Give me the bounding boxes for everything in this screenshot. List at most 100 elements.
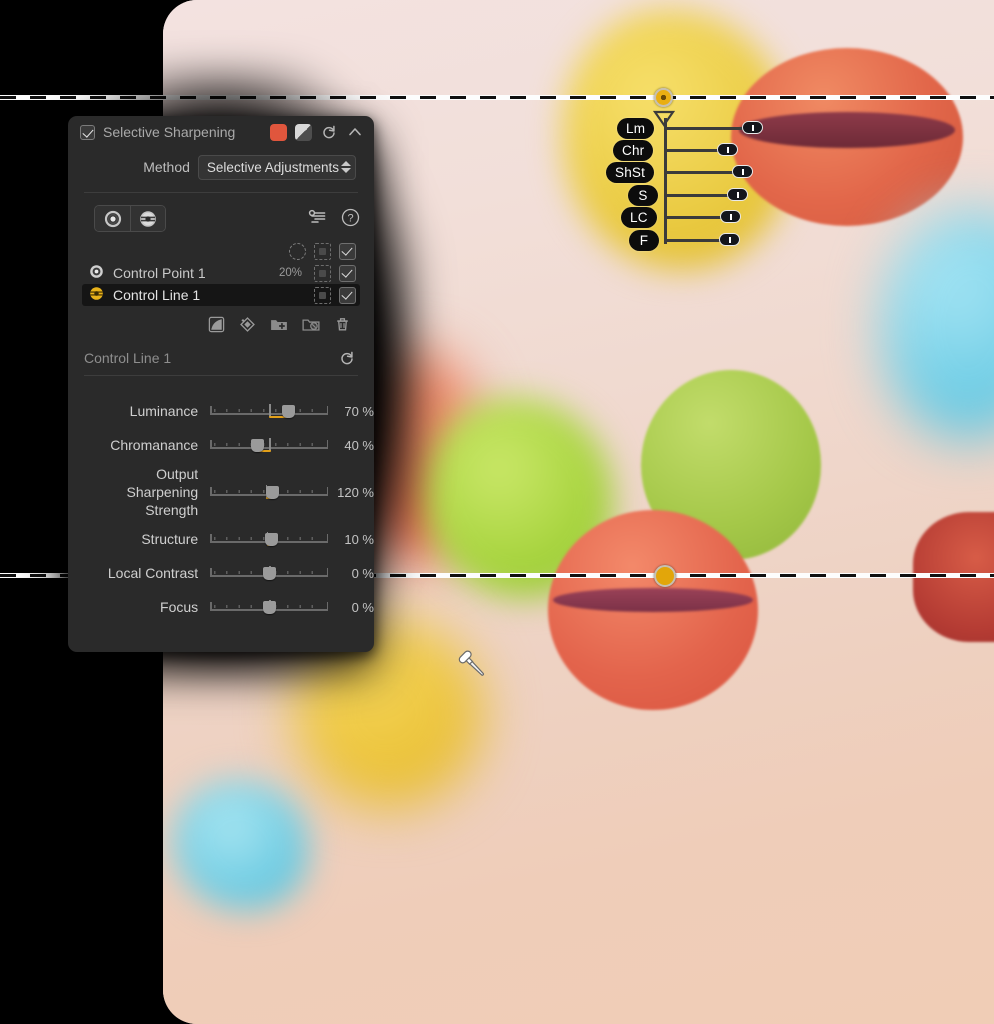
selective-sharpening-panel: Selective Sharpening Method Selective Ad… — [68, 116, 374, 652]
list-item-label: Control Line 1 — [113, 287, 201, 303]
panel-header: Selective Sharpening — [68, 116, 374, 148]
slider-end-right — [326, 406, 329, 415]
overlay-knob-lm[interactable] — [742, 121, 763, 134]
section-header: Control Line 1 — [68, 337, 374, 367]
slider-local-contrast: Local Contrast 0 % — [68, 556, 374, 590]
settings-icon[interactable] — [308, 209, 327, 228]
slider-knob[interactable] — [250, 438, 264, 452]
control-point-icon — [88, 263, 105, 283]
panel-enable-checkbox[interactable] — [80, 124, 95, 140]
slider-knob[interactable] — [262, 566, 276, 580]
list-actions — [68, 306, 374, 337]
visibility-checkbox[interactable] — [339, 264, 356, 282]
method-value: Selective Adjustments — [206, 159, 339, 175]
slider-track[interactable] — [210, 436, 329, 454]
help-icon[interactable]: ? — [341, 208, 360, 230]
chevron-up-icon[interactable] — [346, 123, 364, 141]
method-select[interactable]: Selective Adjustments — [197, 154, 356, 180]
macaron-orange-bottom-filling — [553, 588, 753, 612]
chevron-updown-icon — [341, 161, 351, 173]
control-line-icon — [88, 285, 105, 305]
control-line-bottom-handle[interactable] — [654, 565, 676, 587]
list-item-opacity: 20% — [278, 267, 302, 279]
slider-list: Luminance 70 % Chromanance 40 % Output S… — [68, 394, 374, 624]
overlay-pill-chr[interactable]: Chr — [613, 140, 654, 161]
slider-end-right — [326, 602, 329, 611]
reset-icon[interactable] — [338, 349, 356, 367]
overlay-pill-s[interactable]: S — [628, 185, 658, 206]
slider-label: Luminance — [129, 403, 199, 419]
overlay-knob-s[interactable] — [727, 188, 748, 201]
slider-value: 0 % — [351, 565, 374, 581]
add-control-line-icon[interactable] — [130, 206, 165, 231]
overlay-pill-shst[interactable]: ShSt — [606, 162, 655, 183]
method-row: Method Selective Adjustments — [68, 148, 374, 182]
slider-track[interactable] — [210, 530, 329, 548]
method-label: Method — [143, 159, 190, 175]
slider-end-right — [326, 568, 329, 577]
tool-row: ? — [68, 193, 374, 232]
slider-knob[interactable] — [281, 404, 295, 418]
slider-track[interactable] — [210, 598, 329, 616]
slider-value: 0 % — [351, 599, 374, 615]
slider-track[interactable] — [210, 402, 329, 420]
slider-label: Output Sharpening Strength — [126, 466, 199, 518]
control-list-header-row — [82, 240, 360, 262]
split-view-icon[interactable] — [295, 123, 312, 141]
group-remove-icon[interactable] — [301, 315, 321, 337]
mask-icon[interactable] — [314, 286, 331, 304]
slider-knob[interactable] — [266, 485, 280, 499]
slider-end-left — [210, 487, 212, 496]
overlay-pill-f[interactable]: F — [629, 230, 659, 251]
duplicate-icon[interactable] — [238, 315, 257, 337]
group-add-icon[interactable] — [269, 315, 289, 337]
slider-end-left — [210, 440, 212, 449]
visibility-checkbox[interactable] — [339, 242, 356, 260]
list-item[interactable]: Control Point 1 20% — [82, 262, 360, 284]
slider-track[interactable] — [210, 483, 329, 501]
overlay-pill-lm[interactable]: Lm — [617, 118, 655, 139]
section-title: Control Line 1 — [84, 350, 172, 366]
slider-value: 10 % — [344, 531, 374, 547]
control-list: Control Point 1 20% Control Line 1 — [82, 240, 360, 306]
macaron-orange-top-filling — [739, 112, 955, 148]
overlay-pill-lc[interactable]: LC — [621, 207, 657, 228]
slider-track[interactable] — [210, 564, 329, 582]
add-control-point-icon[interactable] — [95, 206, 130, 231]
slider-structure: Structure 10 % — [68, 522, 374, 556]
slider-label: Focus — [160, 599, 199, 615]
slider-label: Local Contrast — [107, 565, 199, 581]
color-swatch-icon[interactable] — [270, 123, 287, 141]
slider-value: 120 % — [337, 484, 374, 500]
slider-knob[interactable] — [262, 600, 276, 614]
overlay-knob-f[interactable] — [719, 233, 740, 246]
overlay-knob-chr[interactable] — [717, 143, 738, 156]
slider-luminance: Luminance 70 % — [68, 394, 374, 428]
overlay-stem — [664, 118, 667, 244]
reset-icon[interactable] — [320, 123, 338, 141]
delete-icon[interactable] — [333, 315, 352, 337]
overlay-track-lm — [664, 127, 752, 130]
overlay-knob-lc[interactable] — [720, 210, 741, 223]
slider-label: Chromanance — [110, 437, 199, 453]
list-item-label: Control Point 1 — [113, 265, 206, 281]
slider-end-left — [210, 406, 212, 415]
mask-icon[interactable] — [314, 242, 331, 260]
visibility-checkbox[interactable] — [339, 286, 356, 304]
app-root: Lm Chr ShSt S LC F Selective Sharpening — [0, 0, 994, 1024]
slider-end-left — [210, 602, 212, 611]
invert-mask-icon[interactable] — [207, 315, 226, 337]
slider-end-right — [326, 534, 329, 543]
slider-value: 70 % — [344, 403, 374, 419]
slider-knob[interactable] — [265, 532, 279, 546]
slider-focus: Focus 0 % — [68, 590, 374, 624]
dashed-circle-icon[interactable] — [289, 242, 306, 260]
list-item[interactable]: Control Line 1 — [82, 284, 360, 306]
control-line-top-handle[interactable] — [654, 88, 673, 107]
mask-icon[interactable] — [314, 264, 331, 282]
slider-chrominance: Chromanance 40 % — [68, 428, 374, 462]
control-type-toggle-group — [94, 205, 166, 232]
overlay-knob-shst[interactable] — [732, 165, 753, 178]
panel-title: Selective Sharpening — [103, 124, 236, 140]
svg-text:?: ? — [347, 212, 353, 224]
